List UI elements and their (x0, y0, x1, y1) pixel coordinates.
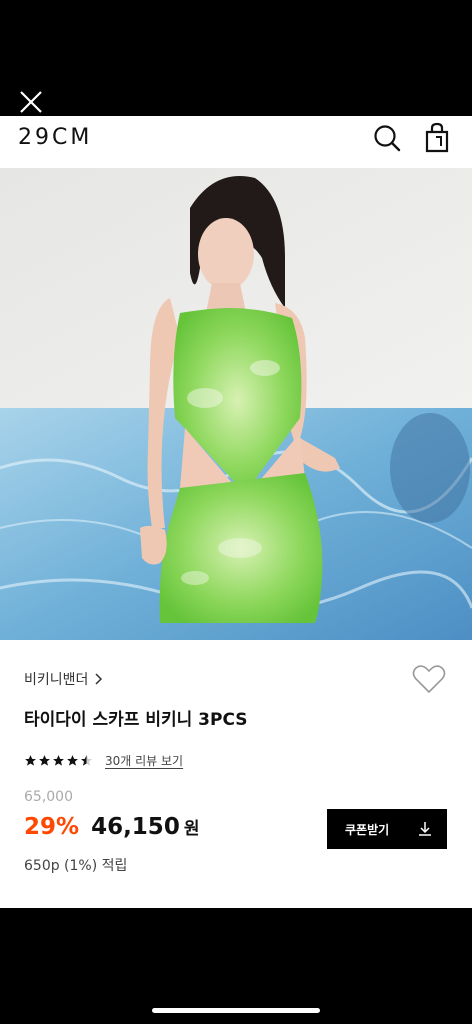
app-header: 29CM (0, 116, 472, 168)
product-image[interactable] (0, 168, 472, 640)
product-photo (0, 168, 472, 640)
review-link[interactable]: 30개 리뷰 보기 (105, 752, 183, 769)
discount-rate: 29% (24, 814, 80, 840)
close-icon[interactable] (18, 90, 44, 114)
original-price: 65,000 (24, 789, 73, 805)
currency-unit: 원 (183, 819, 200, 839)
brand-name: 비키니밴더 (24, 672, 89, 688)
star-icon (67, 755, 78, 766)
rating-row: 30개 리뷰 보기 (24, 752, 183, 769)
bottom-area (0, 908, 472, 1024)
product-title: 타이다이 스카프 비키니 3PCS (24, 710, 248, 730)
star-icon (25, 755, 36, 766)
home-indicator[interactable] (152, 1008, 320, 1013)
reward-points: 650p (1%) 적립 (24, 858, 128, 874)
product-info: 비키니밴더 타이다이 스카프 비키니 3PCS 30개 리뷰 보기 65,000… (0, 640, 472, 908)
heart-icon[interactable] (412, 664, 446, 694)
price-row: 29% 46,150 원 (24, 814, 199, 840)
download-icon (419, 822, 431, 836)
shopping-bag-icon[interactable] (422, 122, 452, 154)
status-bar-area (0, 0, 472, 116)
coupon-label: 쿠폰받기 (345, 822, 390, 837)
star-icon (39, 755, 50, 766)
logo[interactable]: 29CM (18, 125, 92, 150)
final-price: 46,150 (91, 814, 180, 840)
star-icon (53, 755, 64, 766)
coupon-button[interactable]: 쿠폰받기 (327, 809, 447, 849)
chevron-right-icon (95, 673, 103, 685)
star-half-icon (81, 755, 92, 766)
search-icon[interactable] (372, 123, 402, 153)
star-rating (24, 754, 93, 767)
brand-link[interactable]: 비키니밴더 (24, 669, 104, 689)
